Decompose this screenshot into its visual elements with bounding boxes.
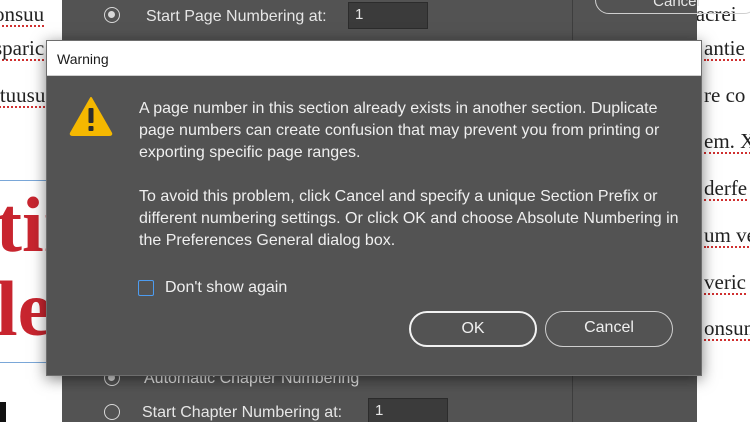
doc-text-line: derfe [704, 176, 748, 201]
doc-text-line: re co [704, 83, 746, 107]
warning-title: Warning [57, 51, 109, 67]
warning-message: A page number in this section already ex… [139, 98, 687, 274]
warning-message-paragraph: To avoid this problem, click Cancel and … [139, 188, 679, 249]
doc-text-line: veric [704, 270, 746, 295]
doc-text-line: em. X [704, 131, 750, 154]
start-page-number-field[interactable]: 1 [348, 2, 428, 29]
doc-text-line: um ve [704, 225, 750, 248]
start-page-numbering-label: Start Page Numbering at: [146, 8, 327, 25]
warning-triangle-icon [69, 97, 113, 136]
start-chapter-number-field[interactable]: 1 [368, 398, 448, 422]
ok-button[interactable]: OK [409, 311, 537, 347]
cancel-button[interactable]: Cancel [545, 311, 673, 347]
doc-heading-text: le [0, 265, 53, 352]
doc-black-marker [0, 402, 6, 422]
start-chapter-numbering-label: Start Chapter Numbering at: [142, 404, 343, 421]
numbering-cancel-button[interactable]: Cancel [595, 0, 750, 14]
dont-show-again-checkbox[interactable] [138, 280, 154, 296]
doc-text-line: onsun [704, 318, 750, 341]
warning-titlebar: Warning [47, 41, 701, 76]
doc-text-line: sparic [0, 38, 45, 61]
doc-text-line: ituusu [0, 85, 46, 108]
doc-text-line: antie [704, 36, 745, 61]
start-page-numbering-radio[interactable] [104, 7, 120, 23]
warning-message-paragraph: A page number in this section already ex… [139, 100, 660, 161]
dont-show-again-label[interactable]: Don't show again [165, 279, 287, 297]
dont-show-again-row[interactable]: Don't show again [138, 279, 287, 297]
warning-dialog: Warning A page number in this section al… [46, 40, 702, 376]
start-chapter-numbering-radio[interactable] [104, 404, 120, 420]
doc-text-line: onsuu [0, 4, 45, 27]
